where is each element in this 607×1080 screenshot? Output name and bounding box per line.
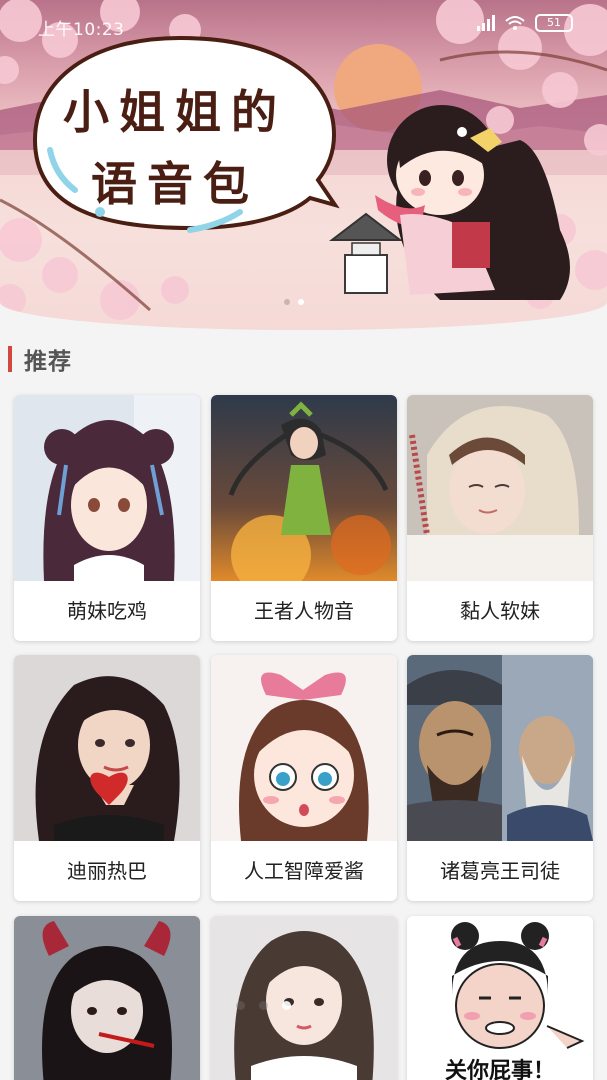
banner-dot (284, 299, 290, 305)
battery-icon: 51 (535, 14, 573, 32)
voice-pack-card[interactable] (14, 916, 200, 1080)
voice-pack-cover-image (211, 395, 397, 581)
voice-pack-card[interactable] (211, 916, 397, 1080)
voice-pack-card[interactable]: 迪丽热巴 (14, 655, 200, 901)
section-accent-bar (8, 346, 12, 372)
pager-dot (236, 1001, 245, 1010)
status-bar: 上午10:23 51 (0, 0, 607, 52)
voice-pack-card[interactable]: 王者人物音 (211, 395, 397, 641)
banner-dot-active (298, 299, 304, 305)
voice-pack-cover-image (407, 655, 593, 841)
banner-page-indicator (284, 299, 304, 305)
voice-pack-title: 王者人物音 (254, 599, 354, 623)
pager-dot (259, 1001, 268, 1010)
voice-pack-title: 黏人软妹 (460, 599, 540, 623)
voice-pack-title: 人工智障爱酱 (244, 859, 364, 883)
meme-caption: 关你屁事！ (445, 1058, 555, 1080)
section-title: 推荐 (24, 349, 72, 375)
status-time: 上午10:23 (38, 20, 125, 40)
pager-dot-active (282, 1001, 291, 1010)
voice-pack-title: 诸葛亮王司徒 (440, 859, 560, 883)
section-header-recommended: 推荐 (8, 342, 72, 376)
voice-pack-card[interactable]: 诸葛亮王司徒 (407, 655, 593, 901)
banner-title-line1: 小姐姐的 (63, 85, 287, 139)
banner-carousel[interactable]: 上午10:23 51 小姐姐的 语音包 (0, 0, 607, 330)
voice-pack-card[interactable]: 萌妹吃鸡 (14, 395, 200, 641)
image-pager-indicator (236, 1001, 291, 1010)
voice-pack-cover-image (14, 916, 200, 1080)
voice-pack-cover-image (14, 655, 200, 841)
voice-pack-card[interactable]: 人工智障爱酱 (211, 655, 397, 901)
wifi-icon (505, 16, 525, 30)
banner-title-line2: 语音包 (91, 157, 259, 211)
voice-pack-cover-image (211, 916, 397, 1080)
voice-pack-title: 萌妹吃鸡 (67, 599, 147, 623)
voice-pack-cover-image (14, 395, 200, 581)
voice-pack-cover-image: 关你屁事！ (407, 916, 593, 1080)
voice-pack-card[interactable]: 黏人软妹 (407, 395, 593, 641)
signal-icon (477, 15, 495, 31)
voice-pack-card[interactable]: 关你屁事！ (407, 916, 593, 1080)
voice-pack-cover-image (407, 395, 593, 581)
voice-pack-title: 迪丽热巴 (67, 859, 147, 883)
status-icons: 51 (477, 14, 573, 32)
voice-pack-cover-image (211, 655, 397, 841)
